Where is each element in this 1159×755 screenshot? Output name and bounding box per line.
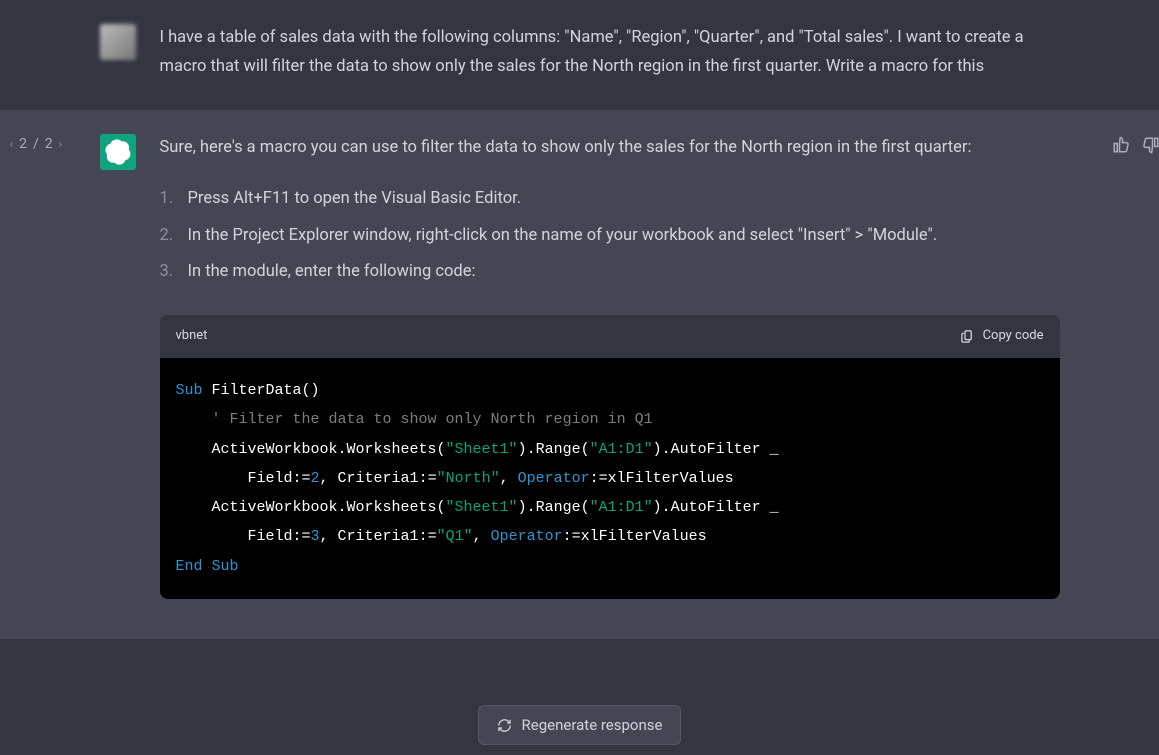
user-message-block: I have a table of sales data with the fo… xyxy=(0,0,1159,110)
code-token: FilterData() xyxy=(203,382,320,399)
code-token: "Sheet1" xyxy=(446,441,518,458)
code-token: ).AutoFilter _ xyxy=(653,441,779,458)
code-token: :=xlFilterValues xyxy=(590,470,734,487)
code-token: "A1:D1" xyxy=(590,441,653,458)
code-token: , Criteria1:= xyxy=(320,470,437,487)
code-body[interactable]: Sub FilterData() ' Filter the data to sh… xyxy=(160,358,1060,599)
step-text: Press Alt+F11 to open the Visual Basic E… xyxy=(188,185,522,214)
code-token: , Criteria1:= xyxy=(320,528,437,545)
code-token: "North" xyxy=(437,470,500,487)
code-token: Sub xyxy=(176,382,203,399)
code-token: "Q1" xyxy=(437,528,473,545)
step-text: In the module, enter the following code: xyxy=(188,258,476,287)
assistant-intro: Sure, here's a macro you can use to filt… xyxy=(160,134,1060,163)
user-avatar xyxy=(100,24,136,60)
copy-code-label: Copy code xyxy=(983,325,1044,348)
step-text: In the Project Explorer window, right-cl… xyxy=(188,222,938,251)
code-token: Operator xyxy=(491,528,563,545)
regenerate-button[interactable]: Regenerate response xyxy=(478,705,682,745)
code-token: ).Range( xyxy=(518,441,590,458)
pager-current: 2 xyxy=(19,136,27,152)
code-token: , xyxy=(473,528,491,545)
code-token: "A1:D1" xyxy=(590,499,653,516)
feedback-controls xyxy=(1112,136,1159,154)
code-token: ActiveWorkbook.Worksheets( xyxy=(176,499,446,516)
code-token: Sub xyxy=(203,558,239,575)
thumbs-up-icon[interactable] xyxy=(1112,136,1130,154)
code-token: End xyxy=(176,558,203,575)
step-number: 3. xyxy=(160,258,188,287)
refresh-icon xyxy=(497,718,512,733)
step-number: 1. xyxy=(160,185,188,214)
user-message-text: I have a table of sales data with the fo… xyxy=(160,24,1060,82)
code-token: 2 xyxy=(311,470,320,487)
assistant-message-block: ‹ 2 / 2 › Sure, here's a macro you can u… xyxy=(0,110,1159,639)
regenerate-label: Regenerate response xyxy=(522,716,663,734)
clipboard-icon xyxy=(960,329,975,344)
pager-total: 2 xyxy=(45,136,53,152)
code-token: ).Range( xyxy=(518,499,590,516)
step-number: 2. xyxy=(160,222,188,251)
code-token: "Sheet1" xyxy=(446,499,518,516)
code-token: Field:= xyxy=(176,470,311,487)
code-token: ActiveWorkbook.Worksheets( xyxy=(176,441,446,458)
response-pager: ‹ 2 / 2 › xyxy=(10,136,63,152)
assistant-logo-icon xyxy=(105,139,131,165)
code-token: , xyxy=(500,470,518,487)
code-token: ).AutoFilter _ xyxy=(653,499,779,516)
pager-next[interactable]: › xyxy=(59,137,63,151)
code-token: ' Filter the data to show only North reg… xyxy=(176,411,653,428)
assistant-avatar xyxy=(100,134,136,170)
code-token: :=xlFilterValues xyxy=(563,528,707,545)
code-language-label: vbnet xyxy=(176,325,208,348)
code-block: vbnet Copy code Sub FilterData() ' Filte… xyxy=(160,315,1060,599)
pager-sep: / xyxy=(33,136,39,152)
code-token: 3 xyxy=(311,528,320,545)
thumbs-down-icon[interactable] xyxy=(1142,136,1159,154)
copy-code-button[interactable]: Copy code xyxy=(960,325,1044,348)
steps-list: 1.Press Alt+F11 to open the Visual Basic… xyxy=(160,185,1060,288)
code-token: Field:= xyxy=(176,528,311,545)
code-token: Operator xyxy=(518,470,590,487)
pager-prev[interactable]: ‹ xyxy=(10,137,14,151)
